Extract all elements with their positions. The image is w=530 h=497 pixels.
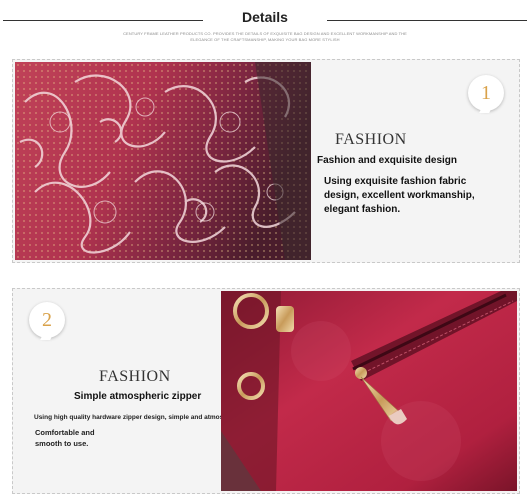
header-rule-right — [327, 20, 527, 21]
section-label: FASHION — [99, 368, 171, 385]
section-number: 2 — [42, 308, 52, 331]
section-number: 1 — [481, 81, 491, 104]
section-number-badge: 2 — [29, 302, 65, 338]
embossed-fabric-photo — [15, 62, 311, 260]
section-number-badge: 1 — [468, 75, 504, 111]
detail-section-1: 1 FASHION Fashion and exquisite design U… — [12, 59, 520, 263]
detail-section-2: 2 FASHION Simple atmospheric zipper Usin… — [12, 288, 520, 494]
section-heading: Simple atmospheric zipper — [74, 391, 202, 402]
embossed-fabric-image — [15, 62, 311, 260]
section-description-continued: Comfortable and smooth to use. — [35, 428, 95, 448]
page-title: Details — [242, 9, 288, 25]
page-subtitle: CENTURY FRAME LEATHER PRODUCTS CO. PROVI… — [123, 31, 407, 42]
zipper-bag-photo — [221, 291, 517, 491]
section-description: Using exquisite fashion fabric design, e… — [324, 176, 475, 215]
section-label: FASHION — [335, 131, 407, 148]
section-heading: Fashion and exquisite design — [317, 155, 458, 166]
zipper-bag-image — [221, 291, 517, 491]
